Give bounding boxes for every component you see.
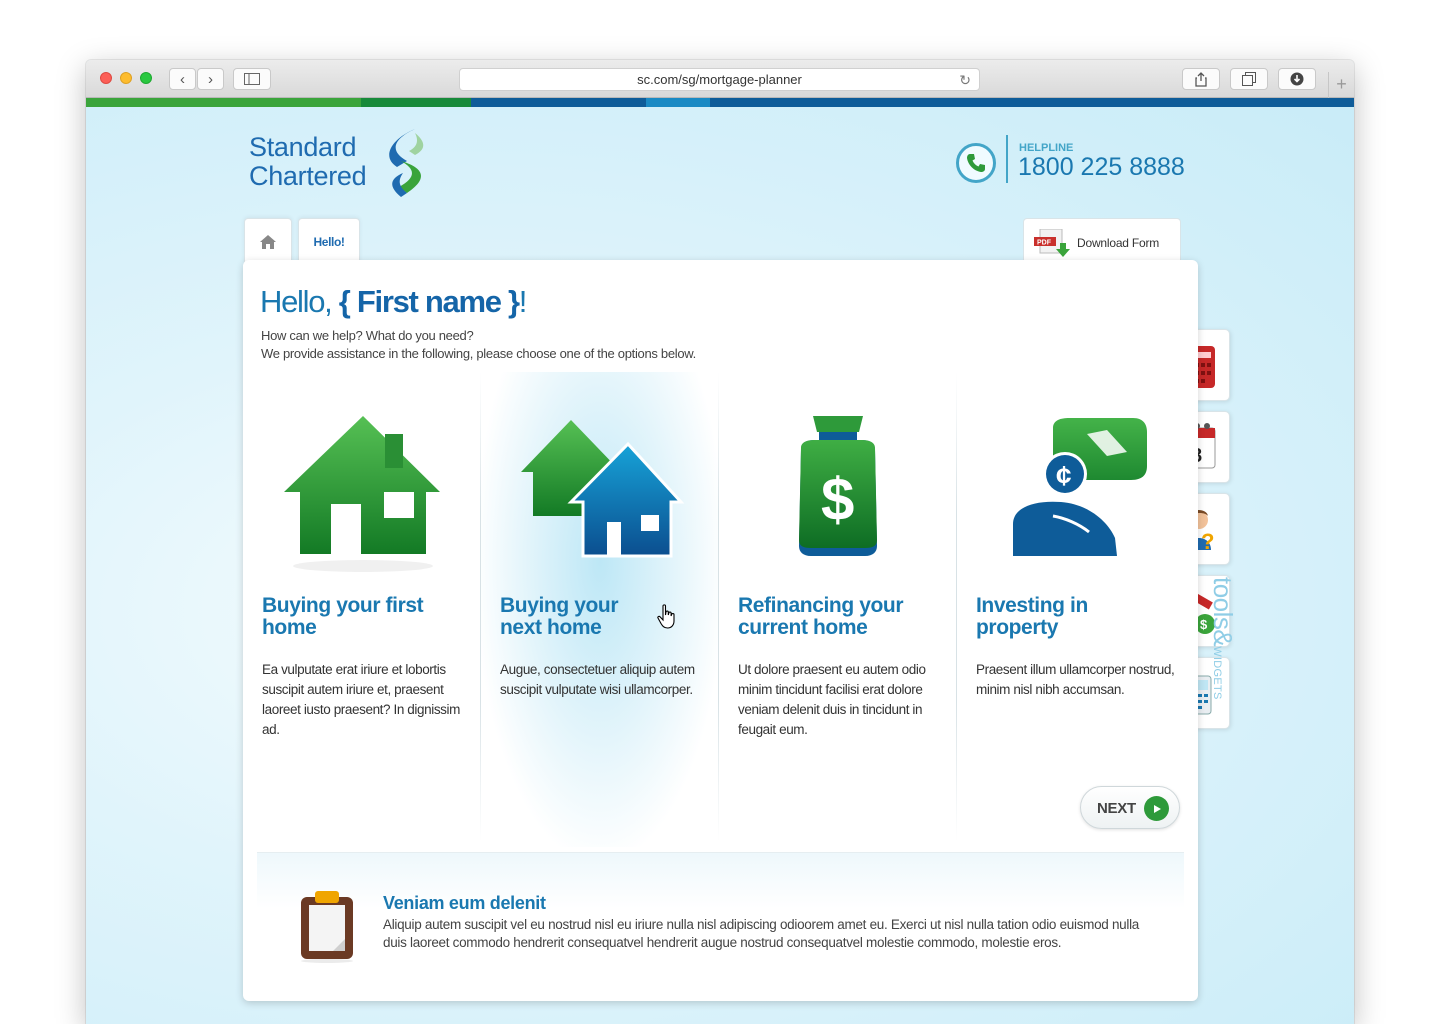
hand-cursor-icon [657, 604, 675, 629]
page-title: Hello, { First name }! [260, 284, 527, 319]
new-tab-button[interactable]: + [1328, 72, 1354, 98]
brand-logo[interactable]: Standard Chartered [249, 129, 439, 203]
url-text: sc.com/sg/mortgage-planner [637, 72, 802, 87]
option-invest[interactable]: ¢ Investing in property Praesent illum ul… [957, 372, 1195, 847]
back-icon: ‹ [180, 70, 185, 88]
option-description: Praesent illum ullamcorper nostrud, mini… [976, 662, 1175, 697]
option-first-home[interactable]: Buying your first home Ea vulputate erat … [243, 372, 481, 847]
main-card: Hello, { First name }! How can we help? … [243, 260, 1198, 1001]
home-icon [260, 234, 276, 249]
browser-toolbar: ‹ › sc.com/sg/mortgage-planner ↻ + [86, 60, 1354, 98]
phone-icon [956, 143, 996, 183]
options-list: Buying your first home Ea vulputate erat … [243, 372, 1198, 847]
share-icon [1195, 71, 1207, 87]
download-form-label: Download Form [1077, 236, 1160, 250]
tab-hello[interactable]: Hello! [298, 218, 360, 264]
svg-text:PDF: PDF [1037, 240, 1052, 247]
option-description: Augue, consectetuer aliquip autem suscip… [500, 662, 695, 697]
brand-mark-icon [389, 129, 424, 197]
address-bar[interactable]: sc.com/sg/mortgage-planner ↻ [459, 68, 980, 91]
zoom-window-button[interactable] [140, 72, 152, 84]
page-content: Standard Chartered HELPLINE 1800 225 888… [86, 107, 1354, 1024]
option-description: Ea vulputate erat iriure et lobortis sus… [262, 662, 460, 737]
info-banner: Veniam eum delenit Aliquip autem suscipi… [257, 852, 1184, 992]
sidebar-toggle-button[interactable] [233, 68, 271, 90]
downloads-button[interactable] [1278, 68, 1316, 90]
sidebar-icon [244, 73, 260, 85]
invest-hand-icon: ¢ [1013, 418, 1147, 556]
option-title: Buying your first home [262, 594, 424, 639]
brand-color-bar [86, 98, 1354, 107]
option-title: Refinancing your current home [738, 594, 904, 639]
download-form-button[interactable]: PDF Download Form [1023, 218, 1181, 264]
info-title: Veniam eum delenit [383, 893, 546, 913]
clipboard-icon [301, 891, 353, 963]
back-button[interactable]: ‹ [169, 68, 196, 90]
arrow-right-icon [1144, 796, 1169, 821]
tab-home[interactable] [244, 218, 292, 264]
download-icon [1290, 72, 1304, 86]
logo-wordmark: Standard Chartered [249, 132, 367, 191]
tabs-overview-button[interactable] [1230, 68, 1268, 90]
two-houses-icon [521, 420, 685, 558]
option-next-home[interactable]: Buying your next home Augue, consectetuer… [481, 372, 719, 847]
option-refinance[interactable]: $ Refinancing your current home Ut dolore… [719, 372, 957, 847]
next-button[interactable]: NEXT [1080, 786, 1180, 829]
pdf-download-icon: PDF [1034, 229, 1070, 257]
tools-widgets-label: tools&WIDGETS [1208, 577, 1238, 700]
helpline-divider [1006, 135, 1008, 183]
info-text: Aliquip autem suscipit vel eu nostrud ni… [383, 917, 1139, 950]
house-icon [284, 416, 440, 572]
first-name-placeholder: { First name } [338, 284, 520, 319]
option-title: Investing in property [976, 594, 1088, 639]
intro-text: How can we help? What do you need? We pr… [261, 328, 696, 361]
svg-text:?: ? [1201, 529, 1214, 554]
svg-text:¢: ¢ [1056, 460, 1072, 491]
minimize-window-button[interactable] [120, 72, 132, 84]
browser-window: ‹ › sc.com/sg/mortgage-planner ↻ + Stand… [86, 60, 1354, 1024]
tabs-icon [1242, 72, 1256, 86]
reload-icon[interactable]: ↻ [959, 69, 971, 91]
next-label: NEXT [1097, 800, 1136, 817]
forward-icon: › [208, 70, 213, 88]
money-bag-icon: $ [799, 416, 877, 556]
svg-text:$: $ [821, 466, 854, 533]
close-window-button[interactable] [100, 72, 112, 84]
option-description: Ut dolore praesent eu autem odio minim t… [738, 662, 926, 737]
share-button[interactable] [1182, 68, 1220, 90]
helpline-number[interactable]: 1800 225 8888 [1018, 153, 1185, 182]
forward-button[interactable]: › [197, 68, 224, 90]
